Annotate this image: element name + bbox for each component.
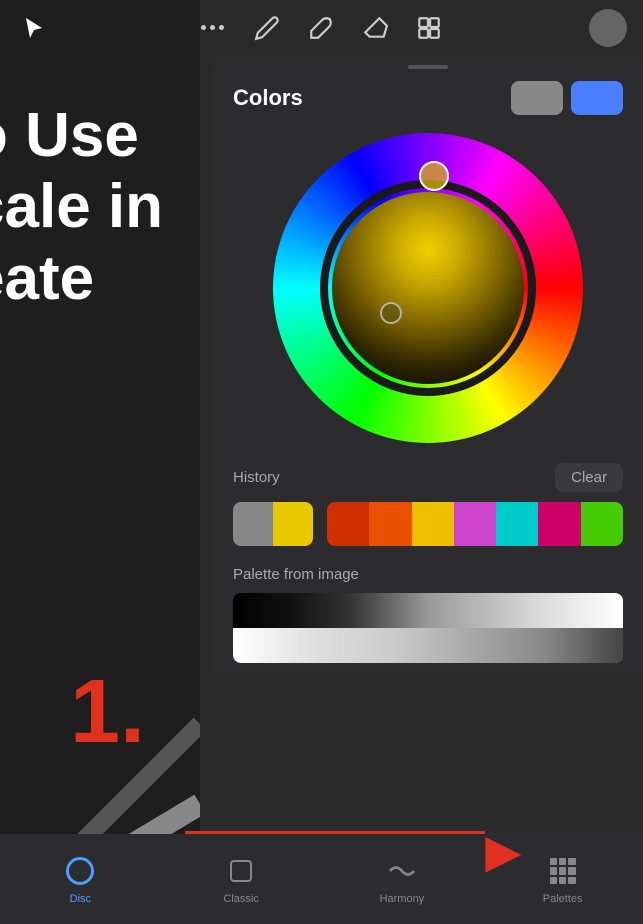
history-row: History Clear bbox=[233, 463, 623, 492]
swatch-gold[interactable] bbox=[412, 502, 454, 546]
palettes-grid bbox=[550, 858, 576, 884]
color-preview-primary[interactable] bbox=[511, 81, 563, 115]
toolbar bbox=[0, 0, 643, 55]
panel-title: Colors bbox=[233, 85, 303, 111]
dot3 bbox=[219, 25, 224, 30]
canvas-text: o Use cale in eate bbox=[0, 100, 163, 314]
red-arrow-icon: ► bbox=[474, 822, 533, 882]
bottom-tabs: Disc Classic Harmony bbox=[0, 834, 643, 924]
eraser-tool[interactable] bbox=[357, 10, 393, 46]
palette-section: Palette from image bbox=[213, 556, 643, 673]
history-label: History bbox=[233, 469, 280, 486]
cursor-tool[interactable] bbox=[16, 10, 52, 46]
dot2 bbox=[210, 25, 215, 30]
disc-icon bbox=[62, 853, 98, 889]
harmony-shape bbox=[388, 860, 416, 882]
swatch-pink[interactable] bbox=[538, 502, 580, 546]
red-line-indicator bbox=[185, 831, 485, 834]
swatch-red[interactable] bbox=[327, 502, 369, 546]
disc-shape bbox=[66, 857, 94, 885]
swatches-row bbox=[233, 502, 623, 546]
tab-harmony-label: Harmony bbox=[380, 893, 425, 905]
clear-button[interactable]: Clear bbox=[555, 463, 623, 492]
color-preview-secondary[interactable] bbox=[571, 81, 623, 115]
layers-tool[interactable] bbox=[411, 10, 447, 46]
color-wheel-container bbox=[213, 123, 643, 463]
classic-icon bbox=[223, 853, 259, 889]
swatch-gray[interactable] bbox=[233, 502, 273, 546]
more-options-button[interactable] bbox=[195, 10, 231, 46]
swatch-purple[interactable] bbox=[454, 502, 496, 546]
swatches-left bbox=[233, 502, 313, 546]
palette-top-row bbox=[233, 593, 623, 628]
color-selector-outer[interactable] bbox=[419, 161, 449, 191]
palettes-icon bbox=[545, 853, 581, 889]
tab-disc-label: Disc bbox=[70, 893, 91, 905]
toolbar-right bbox=[589, 9, 627, 47]
tab-disc[interactable]: Disc bbox=[0, 853, 161, 905]
color-previews bbox=[511, 81, 623, 115]
palette-image-preview bbox=[233, 593, 623, 663]
swatch-orange[interactable] bbox=[369, 502, 411, 546]
swatch-green[interactable] bbox=[581, 502, 623, 546]
harmony-icon bbox=[384, 853, 420, 889]
tab-classic-label: Classic bbox=[223, 893, 258, 905]
color-selector-inner[interactable] bbox=[380, 302, 402, 324]
swatch-cyan[interactable] bbox=[496, 502, 538, 546]
classic-shape bbox=[230, 860, 252, 882]
swatches-right bbox=[327, 502, 623, 546]
color-wheel[interactable] bbox=[273, 133, 583, 443]
tab-harmony[interactable]: Harmony bbox=[322, 853, 483, 905]
inner-disc bbox=[332, 192, 524, 384]
panel-header: Colors bbox=[213, 69, 643, 123]
toolbar-left bbox=[16, 10, 52, 46]
palette-bottom-row bbox=[233, 628, 623, 663]
pencil-tool[interactable] bbox=[249, 10, 285, 46]
tab-classic[interactable]: Classic bbox=[161, 853, 322, 905]
avatar[interactable] bbox=[589, 9, 627, 47]
swatch-yellow[interactable] bbox=[273, 502, 313, 546]
toolbar-center bbox=[195, 10, 447, 46]
canvas-background: o Use cale in eate 1. bbox=[0, 0, 200, 924]
colors-panel: Colors History Clear bbox=[213, 55, 643, 673]
history-section: History Clear bbox=[213, 463, 643, 556]
brush-tool[interactable] bbox=[303, 10, 339, 46]
dot1 bbox=[201, 25, 206, 30]
palette-label: Palette from image bbox=[233, 566, 623, 583]
tab-palettes-label: Palettes bbox=[543, 893, 583, 905]
